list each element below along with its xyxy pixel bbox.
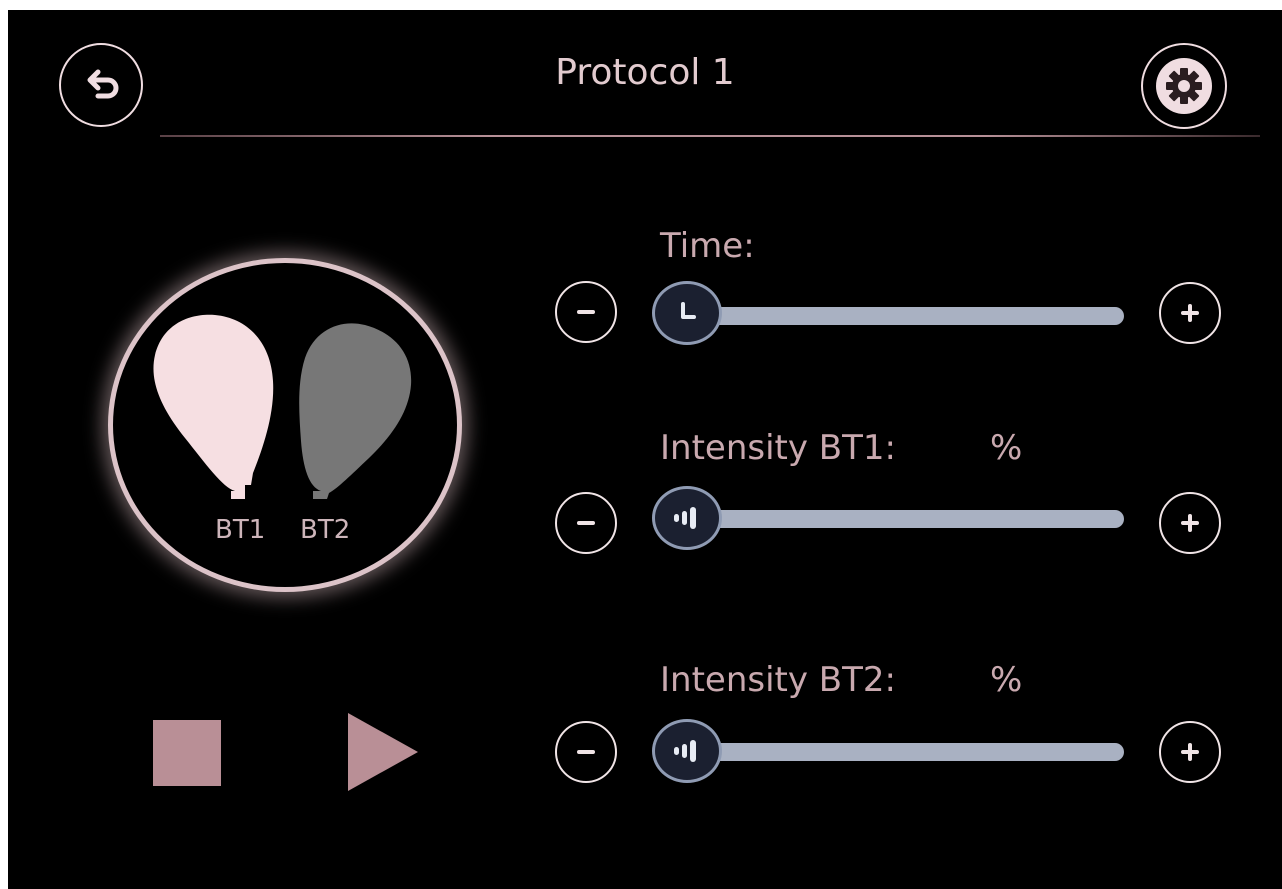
intensity-bt2-label: Intensity BT2: — [660, 660, 896, 700]
intensity-bt1-unit: % — [990, 428, 1023, 468]
intensity-bt2-slider-track[interactable] — [696, 743, 1124, 761]
minus-icon — [577, 521, 595, 525]
stop-button[interactable] — [153, 720, 221, 786]
time-plus-button[interactable] — [1159, 282, 1221, 344]
plus-icon — [1181, 304, 1199, 322]
intensity-bt2-plus-button[interactable] — [1159, 721, 1221, 783]
time-label: Time: — [660, 226, 755, 266]
time-slider-knob[interactable] — [652, 281, 722, 345]
bt2-label: BT2 — [300, 515, 351, 545]
intensity-bt1-label: Intensity BT1: — [660, 428, 896, 468]
intensity-bt1-slider-track[interactable] — [696, 510, 1124, 528]
intensity-bt2-slider-knob[interactable] — [652, 719, 722, 783]
minus-icon — [577, 750, 595, 754]
settings-button[interactable] — [1141, 43, 1227, 129]
minus-icon — [577, 310, 595, 314]
intensity-bt2-minus-button[interactable] — [555, 721, 617, 783]
plus-icon — [1181, 514, 1199, 532]
header-divider — [160, 135, 1260, 137]
bt1-label: BT1 — [215, 515, 266, 545]
signal-icon — [674, 507, 696, 529]
intensity-bt2-unit: % — [990, 660, 1023, 700]
signal-icon — [674, 740, 696, 762]
bt2-bulb-icon[interactable] — [299, 323, 412, 499]
play-icon — [348, 713, 418, 791]
plus-icon — [1181, 743, 1199, 761]
time-slider-track[interactable] — [696, 307, 1124, 325]
device-screen: Protocol 1 BT1 BT2 Time: Intensity BT1: … — [8, 10, 1282, 889]
gear-icon — [1156, 58, 1212, 114]
bulb-selector[interactable] — [108, 258, 462, 592]
play-button[interactable] — [348, 713, 420, 795]
intensity-bt1-slider-knob[interactable] — [652, 486, 722, 550]
bt1-bulb-icon[interactable] — [153, 314, 274, 499]
time-minus-button[interactable] — [555, 281, 617, 343]
intensity-bt1-plus-button[interactable] — [1159, 492, 1221, 554]
page-title: Protocol 1 — [555, 52, 735, 93]
intensity-bt1-minus-button[interactable] — [555, 492, 617, 554]
clock-icon — [681, 302, 696, 319]
